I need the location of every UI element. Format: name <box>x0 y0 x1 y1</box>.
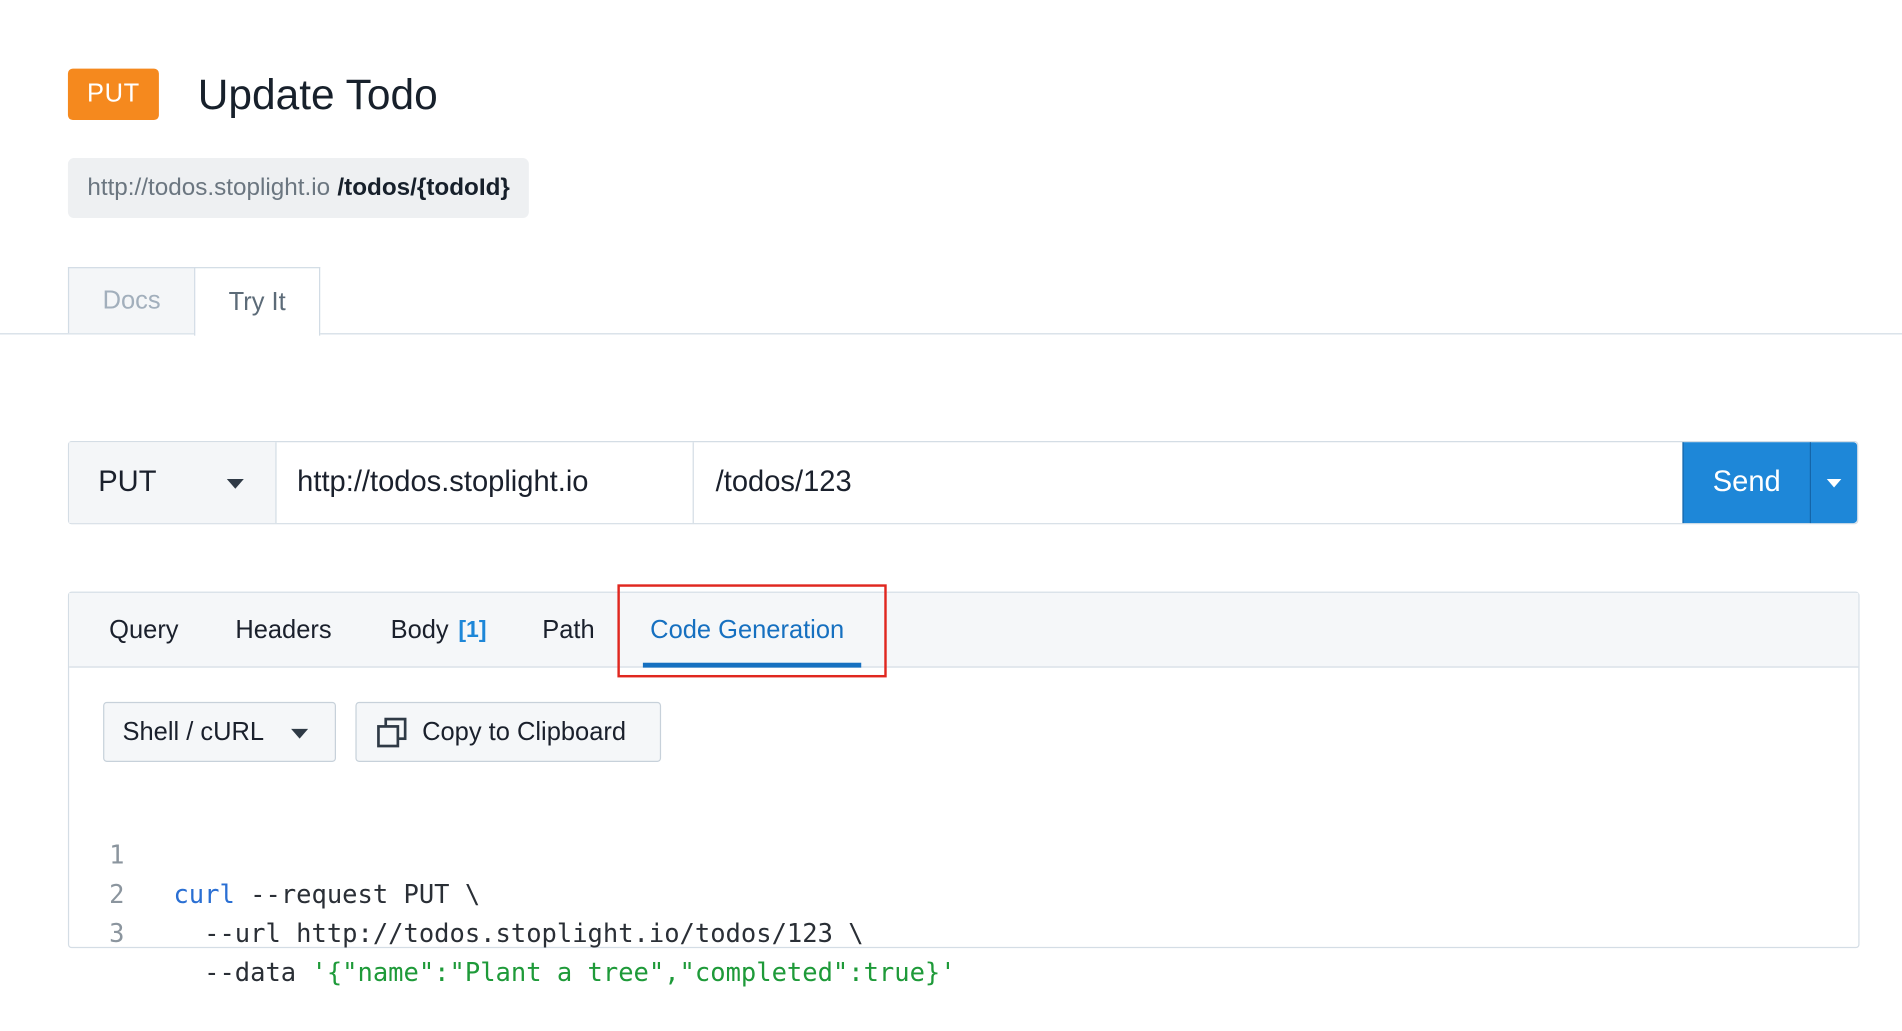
page-title: Update Todo <box>197 71 438 119</box>
copy-icon <box>377 717 407 747</box>
highlight-annotation-box <box>617 584 887 678</box>
code-string: '{"name":"Plant a tree","completed":true… <box>311 957 956 988</box>
code-line: 1 curl --request PUT \ <box>109 796 480 909</box>
endpoint-url-chip: http://todos.stoplight.io /todos/{todoId… <box>67 158 530 219</box>
endpoint-path: /todos/{todoId} <box>337 173 510 201</box>
http-method-value: PUT <box>98 465 157 499</box>
code-fragment: --data <box>173 957 312 988</box>
tab-headers[interactable]: Headers <box>235 593 331 668</box>
request-panel-tabbar <box>69 592 1859 668</box>
language-select[interactable]: Shell / cURL <box>103 701 337 762</box>
endpoint-host: http://todos.stoplight.io <box>87 173 331 201</box>
chevron-down-icon <box>1826 478 1842 487</box>
tab-query[interactable]: Query <box>109 593 178 668</box>
code-fragment: --url http://todos.stoplight.io/todos/12… <box>173 918 864 949</box>
server-url-input[interactable]: http://todos.stoplight.io <box>277 442 694 524</box>
tab-body-label: Body <box>390 615 449 644</box>
method-badge: PUT <box>67 68 159 121</box>
code-text: curl --request PUT \ <box>173 875 480 914</box>
code-line: 3 --data '{"name":"Plant a tree","comple… <box>109 875 955 988</box>
send-options-button[interactable] <box>1811 442 1858 524</box>
tab-try-it[interactable]: Try It <box>194 267 321 336</box>
language-value: Shell / cURL <box>122 717 265 746</box>
http-method-select[interactable]: PUT <box>69 442 277 524</box>
code-text: --data '{"name":"Plant a tree","complete… <box>173 953 955 992</box>
copy-to-clipboard-button[interactable]: Copy to Clipboard <box>355 701 662 762</box>
code-fragment: --request PUT \ <box>234 879 481 909</box>
tab-path[interactable]: Path <box>542 593 594 668</box>
chevron-down-icon <box>291 728 309 739</box>
request-path-input[interactable]: /todos/123 <box>694 442 1681 523</box>
tab-body-count-badge: [1] <box>458 616 487 643</box>
tab-body[interactable]: Body [1] <box>391 593 487 668</box>
copy-to-clipboard-label: Copy to Clipboard <box>422 717 627 746</box>
code-line: 2 --url http://todos.stoplight.io/todos/… <box>109 835 863 949</box>
line-number: 3 <box>109 918 125 949</box>
send-button[interactable]: Send <box>1682 442 1812 524</box>
tab-docs[interactable]: Docs <box>67 267 196 334</box>
chevron-down-icon <box>226 478 244 489</box>
